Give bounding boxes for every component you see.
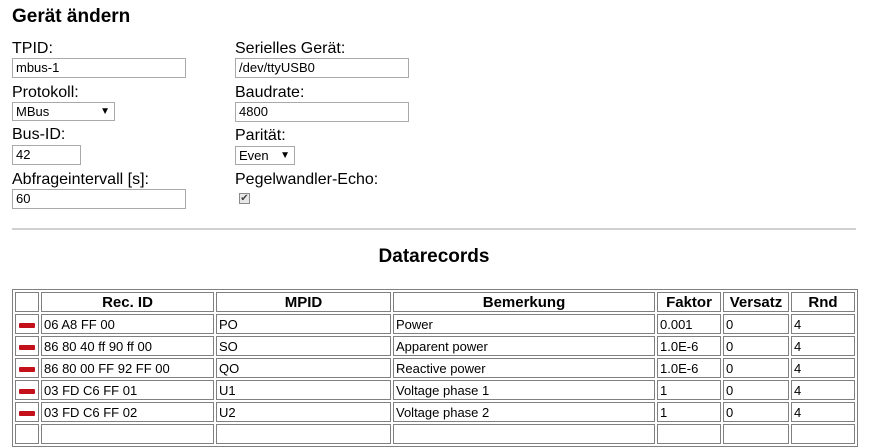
rec-id-cell[interactable]: 03 FD C6 FF 01	[41, 380, 214, 400]
bus-id-label: Bus-ID:	[12, 126, 66, 143]
versatz-cell[interactable]: 0	[723, 380, 789, 400]
delete-cell	[15, 402, 39, 422]
table-row	[15, 424, 855, 444]
rnd-cell[interactable]: 4	[791, 358, 855, 378]
rec-id-cell[interactable]	[41, 424, 214, 444]
delete-cell	[15, 336, 39, 356]
rnd-cell[interactable]: 4	[791, 314, 855, 334]
delete-icon[interactable]	[19, 322, 35, 328]
abfrageintervall-label: Abfrageintervall [s]:	[12, 171, 149, 188]
tpid-label: TPID:	[12, 40, 53, 57]
paritaet-select[interactable]: Even ▼	[235, 146, 295, 165]
column-header-faktor: Faktor	[657, 292, 721, 312]
bemerkung-cell[interactable]: Reactive power	[393, 358, 655, 378]
faktor-cell[interactable]: 0.001	[657, 314, 721, 334]
mpid-cell[interactable]: QO	[216, 358, 391, 378]
versatz-cell[interactable]: 0	[723, 402, 789, 422]
section-divider	[12, 228, 856, 230]
table-row: 03 FD C6 FF 01 U1 Voltage phase 1 1 0 4	[15, 380, 855, 400]
rec-id-cell[interactable]: 03 FD C6 FF 02	[41, 402, 214, 422]
pegelwandler-echo-checkbox[interactable]: ✔	[239, 193, 250, 204]
versatz-cell[interactable]	[723, 424, 789, 444]
protokoll-selected-value: MBus	[16, 104, 50, 119]
bus-id-input[interactable]: 42	[12, 145, 81, 165]
bemerkung-cell[interactable]: Voltage phase 1	[393, 380, 655, 400]
column-header-versatz: Versatz	[723, 292, 789, 312]
bemerkung-cell[interactable]	[393, 424, 655, 444]
datarecords-title: Datarecords	[378, 246, 490, 267]
pegelwandler-echo-label: Pegelwandler-Echo:	[235, 171, 379, 188]
protokoll-label: Protokoll:	[12, 84, 79, 101]
delete-cell	[15, 358, 39, 378]
column-header-rec-id: Rec. ID	[41, 292, 214, 312]
faktor-cell[interactable]: 1.0E-6	[657, 358, 721, 378]
column-header-rnd: Rnd	[791, 292, 855, 312]
delete-icon[interactable]	[19, 388, 35, 394]
rnd-cell[interactable]	[791, 424, 855, 444]
mpid-cell[interactable]: U1	[216, 380, 391, 400]
mpid-cell[interactable]: U2	[216, 402, 391, 422]
serielles-geraet-label: Serielles Gerät:	[235, 40, 346, 57]
delete-icon[interactable]	[19, 366, 35, 372]
versatz-cell[interactable]: 0	[723, 314, 789, 334]
mpid-cell[interactable]: PO	[216, 314, 391, 334]
delete-icon[interactable]	[19, 344, 35, 350]
column-header-mpid: MPID	[216, 292, 391, 312]
faktor-cell[interactable]: 1.0E-6	[657, 336, 721, 356]
table-header-row: Rec. ID MPID Bemerkung Faktor Versatz Rn…	[15, 292, 855, 312]
faktor-cell[interactable]: 1	[657, 380, 721, 400]
datarecords-table: Rec. ID MPID Bemerkung Faktor Versatz Rn…	[12, 289, 858, 447]
bemerkung-cell[interactable]: Apparent power	[393, 336, 655, 356]
tpid-input[interactable]: mbus-1	[12, 58, 186, 78]
column-header-delete	[15, 292, 39, 312]
baudrate-label: Baudrate:	[235, 84, 305, 101]
table-row: 03 FD C6 FF 02 U2 Voltage phase 2 1 0 4	[15, 402, 855, 422]
paritaet-selected-value: Even	[239, 148, 269, 163]
rnd-cell[interactable]: 4	[791, 336, 855, 356]
serielles-geraet-input[interactable]: /dev/ttyUSB0	[235, 58, 409, 78]
rnd-cell[interactable]: 4	[791, 380, 855, 400]
dropdown-arrow-icon: ▼	[100, 106, 110, 117]
mpid-cell[interactable]	[216, 424, 391, 444]
dropdown-arrow-icon: ▼	[280, 150, 290, 161]
faktor-cell[interactable]	[657, 424, 721, 444]
page-title: Gerät ändern	[12, 6, 131, 27]
abfrageintervall-input[interactable]: 60	[12, 189, 186, 209]
paritaet-label: Parität:	[235, 127, 286, 144]
checkmark-icon: ✔	[240, 193, 249, 204]
mpid-cell[interactable]: SO	[216, 336, 391, 356]
table-row: 06 A8 FF 00 PO Power 0.001 0 4	[15, 314, 855, 334]
faktor-cell[interactable]: 1	[657, 402, 721, 422]
delete-icon[interactable]	[19, 410, 35, 416]
versatz-cell[interactable]: 0	[723, 336, 789, 356]
delete-cell	[15, 380, 39, 400]
table-row: 86 80 00 FF 92 FF 00 QO Reactive power 1…	[15, 358, 855, 378]
rec-id-cell[interactable]: 06 A8 FF 00	[41, 314, 214, 334]
bemerkung-cell[interactable]: Voltage phase 2	[393, 402, 655, 422]
bemerkung-cell[interactable]: Power	[393, 314, 655, 334]
baudrate-input[interactable]: 4800	[235, 102, 409, 122]
column-header-bemerkung: Bemerkung	[393, 292, 655, 312]
rec-id-cell[interactable]: 86 80 40 ff 90 ff 00	[41, 336, 214, 356]
versatz-cell[interactable]: 0	[723, 358, 789, 378]
protokoll-select[interactable]: MBus ▼	[12, 102, 115, 121]
rec-id-cell[interactable]: 86 80 00 FF 92 FF 00	[41, 358, 214, 378]
rnd-cell[interactable]: 4	[791, 402, 855, 422]
table-row: 86 80 40 ff 90 ff 00 SO Apparent power 1…	[15, 336, 855, 356]
delete-cell	[15, 424, 39, 444]
delete-cell	[15, 314, 39, 334]
